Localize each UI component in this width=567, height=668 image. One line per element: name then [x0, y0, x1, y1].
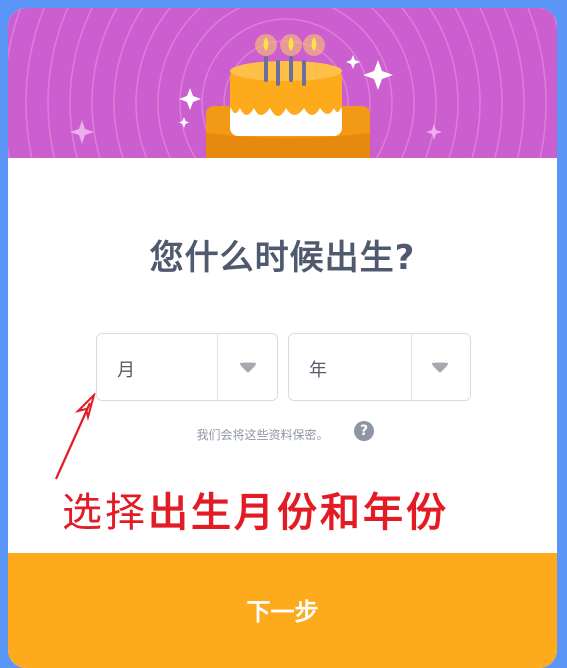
birthday-cake-icon — [8, 8, 557, 158]
year-select[interactable]: 年 — [288, 333, 471, 401]
annotation-prefix: 选择 — [62, 490, 148, 536]
dialog-title: 您什么时候出生? — [149, 238, 416, 278]
month-select-value: 月 — [117, 360, 135, 381]
arrow-icon — [54, 393, 96, 480]
select-divider — [411, 334, 412, 400]
year-select-value: 年 — [309, 360, 327, 381]
chevron-down-icon[interactable] — [430, 360, 450, 374]
banner-illustration — [8, 8, 557, 158]
next-step-label: 下一步 — [246, 598, 319, 626]
annotation-text: 选择出生月份和年份 — [62, 480, 449, 538]
help-icon[interactable]: ? — [354, 421, 374, 441]
chevron-down-icon[interactable] — [238, 360, 258, 374]
annotation-emphasis: 出生月份和年份 — [148, 490, 449, 536]
month-select[interactable]: 月 — [96, 333, 278, 401]
birthday-dialog: 您什么时候出生? 月 年 我们会将这些资料保密。 ? 选择出生月份和年份 下一步 — [8, 8, 557, 668]
next-step-button[interactable]: 下一步 — [8, 553, 557, 668]
select-divider — [217, 334, 218, 400]
app-frame: 您什么时候出生? 月 年 我们会将这些资料保密。 ? 选择出生月份和年份 下一步 — [0, 0, 567, 668]
